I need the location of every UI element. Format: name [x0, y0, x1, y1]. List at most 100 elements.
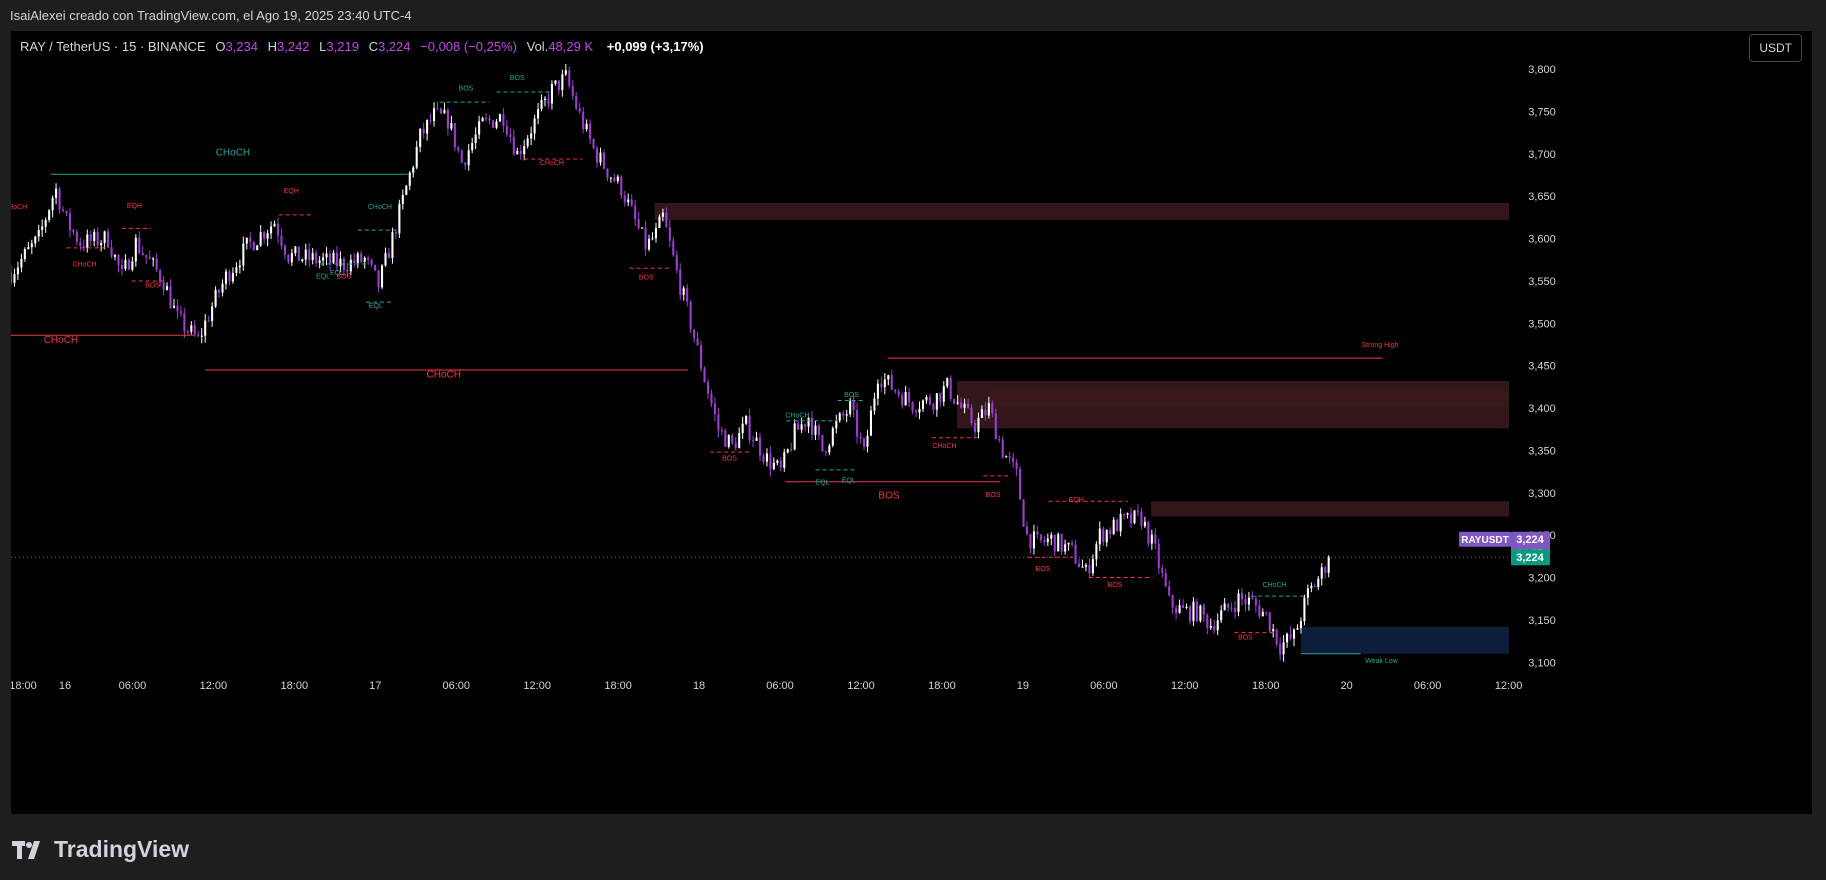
candle-body [800, 424, 803, 430]
structure-label-eqh: EQH [1069, 497, 1084, 504]
candle-body [842, 413, 845, 416]
candle-body [987, 403, 990, 416]
candle-body [779, 460, 782, 468]
candle-body [72, 230, 75, 232]
candle-body [242, 243, 245, 266]
candle-body [120, 265, 124, 269]
candle-body [1171, 595, 1174, 608]
candle-body [1188, 606, 1192, 622]
candle-body [93, 231, 96, 241]
candle-body [1091, 559, 1094, 574]
candle-body [1272, 629, 1275, 632]
candle-body [325, 253, 328, 258]
candle-body [415, 146, 418, 168]
candle-body [1175, 607, 1178, 613]
candle-body [1071, 542, 1074, 545]
candle-body [956, 402, 959, 404]
candle-body [960, 402, 963, 408]
candle-body [908, 392, 911, 403]
candle-body [1116, 519, 1119, 532]
candle-body [550, 83, 553, 104]
candle-body [1053, 534, 1056, 552]
candle-body [169, 286, 172, 308]
candle-body [502, 114, 505, 126]
structure-label-weak-low: Weak Low [1365, 658, 1398, 665]
structure-label-choch: CHoCH [932, 443, 956, 450]
candle-body [1299, 621, 1302, 629]
candle-body [433, 108, 436, 122]
candle-body [290, 253, 293, 263]
candle-body [557, 80, 560, 91]
candle-body [706, 382, 710, 394]
candle-body [1112, 519, 1115, 535]
current-price-value: 3,224 [1516, 552, 1544, 564]
candle-body [315, 253, 318, 263]
candle-body [294, 246, 297, 254]
candle-body [1043, 540, 1046, 543]
candle-body [1306, 588, 1309, 598]
candle-body [353, 259, 356, 264]
candle-body [1275, 629, 1278, 644]
candle-body [103, 231, 106, 244]
candle-body [1029, 534, 1032, 549]
x-tick-label: 17 [369, 680, 381, 692]
tradingview-logo[interactable]: TradingView [12, 836, 189, 863]
candle-body [703, 368, 706, 383]
candle-body [384, 252, 387, 266]
price-chart[interactable]: CHoCH CHoCH CHoCH BOS EQH CHoCH BOS EQH CHoCH EQL… [11, 31, 1812, 814]
candle-body [523, 146, 526, 155]
candle-body [991, 403, 994, 414]
structure-label-eql: EQL [316, 273, 330, 280]
candle-body [578, 108, 581, 112]
chart-panel[interactable]: RAY / TetherUS · 15 · BINANCE O3,234 H3,… [11, 31, 1812, 814]
candle-body [835, 420, 838, 429]
candle-body [693, 329, 696, 339]
candle-body [1105, 530, 1108, 543]
candle-body [762, 455, 765, 462]
candle-body [172, 305, 176, 308]
candle-body [1161, 568, 1164, 573]
candle-body [1126, 513, 1129, 515]
candle-body [1060, 533, 1063, 552]
candle-body [665, 212, 668, 228]
candle-body [1123, 513, 1126, 515]
candle-body [1317, 578, 1320, 587]
candle-body [318, 260, 321, 263]
candle-body [1310, 585, 1313, 589]
candle-body [467, 150, 470, 166]
candle-body [204, 320, 207, 336]
y-tick-label: 3,450 [1528, 361, 1556, 373]
candle-body [1220, 610, 1223, 621]
structure-label-choch: CHoCH [785, 412, 809, 419]
structure-label-bos: BOS [145, 283, 160, 290]
candle-body [686, 288, 689, 302]
structure-label-strong-high: Strong High [1362, 342, 1399, 349]
structure-label-choch: CHoCH [72, 262, 96, 269]
candle-body [1268, 612, 1271, 632]
candle-body [575, 95, 578, 109]
x-tick-label: 06:00 [1090, 680, 1118, 692]
candle-body [998, 439, 1001, 441]
candle-body [263, 232, 266, 239]
candle-body [967, 403, 970, 408]
candle-body [491, 120, 495, 128]
candle-body [1313, 585, 1316, 587]
candle-body [1154, 534, 1157, 544]
candle-body [786, 449, 789, 453]
structure-label-choch: CHoCH [368, 204, 392, 211]
x-tick-label: 16 [59, 680, 71, 692]
candle-body [1327, 557, 1330, 573]
structure-label-choch: CHoCH [216, 148, 250, 159]
candle-body [401, 194, 404, 204]
candle-body [179, 311, 182, 314]
candle-body [1247, 597, 1250, 605]
x-tick-label: 12:00 [847, 680, 875, 692]
candle-body [1258, 605, 1261, 617]
candle-body [1286, 633, 1289, 643]
candle-body [481, 118, 484, 122]
candle-body [1039, 534, 1042, 541]
candle-body [1261, 611, 1264, 617]
candle-body [866, 435, 869, 447]
candle-body [322, 257, 325, 261]
candle-body [616, 176, 619, 182]
